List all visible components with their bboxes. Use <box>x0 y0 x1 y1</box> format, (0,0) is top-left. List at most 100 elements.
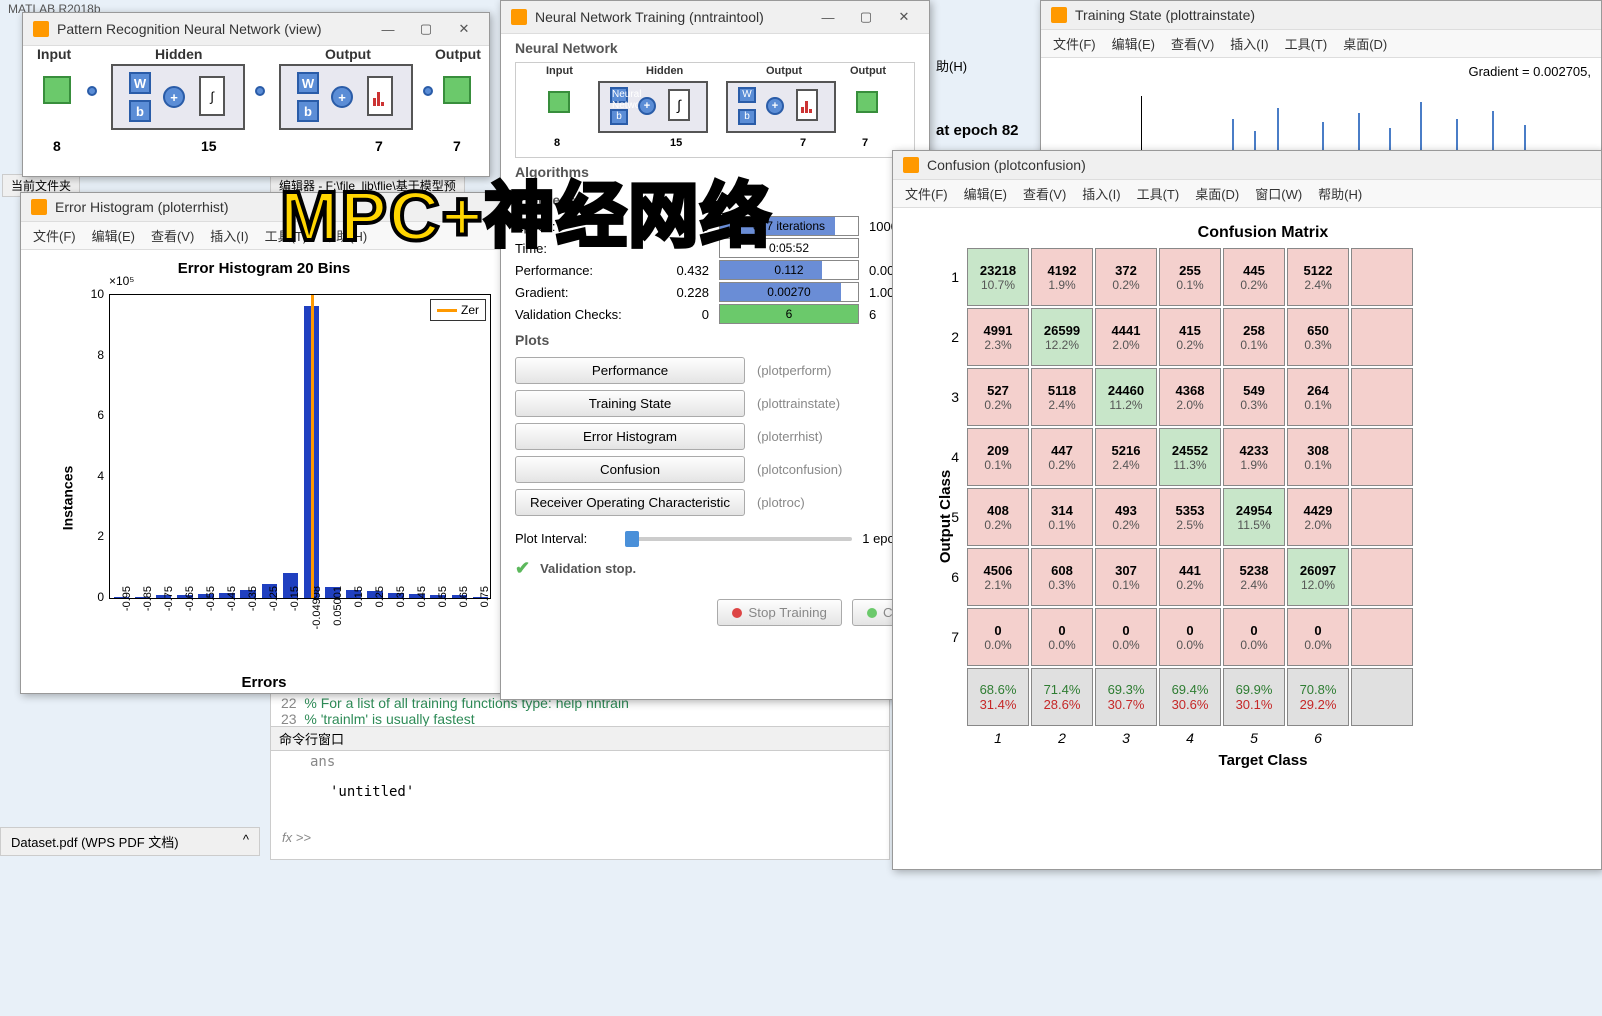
y-tick: 10 <box>78 287 104 301</box>
titlebar[interactable]: Confusion (plotconfusion) <box>893 151 1601 180</box>
menu-insert[interactable]: 插入(I) <box>1230 34 1268 53</box>
confusion-cell: 6500.3% <box>1287 308 1349 366</box>
maximize-button[interactable]: ▢ <box>411 19 441 39</box>
confusion-cell: 5490.3% <box>1223 368 1285 426</box>
window-title: Error Histogram (ploterrhist) <box>55 199 497 215</box>
y-axis-label: Instances <box>59 466 75 531</box>
confusion-cell: 53532.5% <box>1159 488 1221 546</box>
menu-edit[interactable]: 编辑(E) <box>964 184 1007 203</box>
menubar: 文件(F) 编辑(E) 查看(V) 插入(I) 工具(T) 桌面(D) 窗口(W… <box>893 180 1601 208</box>
x-tick: 0.45 <box>416 586 428 636</box>
x-tick: -0.25 <box>268 586 280 636</box>
menu-view[interactable]: 查看(V) <box>151 226 194 245</box>
performance-row: Performance: 0.432 0.112 0.00 <box>515 260 915 280</box>
menu-tool[interactable]: 工具(T) <box>265 226 308 245</box>
nn-diagram: Input Hidden Output Output W b + ∫ W b +… <box>23 46 489 176</box>
minimize-button[interactable]: — <box>813 7 843 27</box>
menu-file[interactable]: 文件(F) <box>1053 34 1096 53</box>
menu-help[interactable]: 帮助(H) <box>1318 184 1362 203</box>
menu-insert[interactable]: 插入(I) <box>210 226 248 245</box>
close-button[interactable]: ✕ <box>449 19 479 39</box>
x-tick: 0.05001 <box>332 586 344 636</box>
menu-window[interactable]: 窗口(W) <box>1255 184 1302 203</box>
column-labels: 123456 <box>935 730 1591 746</box>
menu-help[interactable]: 帮助(H) <box>323 226 367 245</box>
ans-text: ans <box>310 754 335 770</box>
performance-bar: 0.112 <box>719 260 859 280</box>
titlebar[interactable]: Pattern Recognition Neural Network (view… <box>23 13 489 46</box>
maximize-button[interactable]: ▢ <box>851 7 881 27</box>
confusion-cell-cutoff <box>1351 548 1413 606</box>
bias-block: b <box>129 100 151 122</box>
menu-file[interactable]: 文件(F) <box>905 184 948 203</box>
menu-tool[interactable]: 工具(T) <box>1285 34 1328 53</box>
confusion-cell-cutoff <box>1351 248 1413 306</box>
confusion-button[interactable]: Confusion <box>515 456 745 483</box>
hidden-label: Hidden <box>155 46 202 62</box>
close-button[interactable]: ✕ <box>889 7 919 27</box>
menu-view[interactable]: 查看(V) <box>1023 184 1066 203</box>
hidden-size: 15 <box>201 138 217 154</box>
confusion-summary-cell: 68.6%31.4% <box>967 668 1029 726</box>
titlebar[interactable]: Error Histogram (ploterrhist) <box>21 193 507 222</box>
help-menu-partial[interactable]: 助(H) <box>936 56 967 75</box>
x-tick: 0.65 <box>458 586 470 636</box>
menu-edit[interactable]: 编辑(E) <box>92 226 135 245</box>
progress-body: Epoch: 0 827 iterations 1000 Time: 0:05:… <box>501 214 929 326</box>
confusion-cell-cutoff <box>1351 608 1413 666</box>
check-icon: ✔ <box>515 558 530 579</box>
confusion-cell: 45062.1% <box>967 548 1029 606</box>
matlab-icon <box>903 157 919 173</box>
menu-view[interactable]: 查看(V) <box>1171 34 1214 53</box>
confusion-cell: 6080.3% <box>1031 548 1093 606</box>
sum-node-2: + <box>331 86 353 108</box>
time-bar: 0:05:52 <box>719 238 859 258</box>
plots-section: Plots <box>501 326 929 354</box>
y-tick: 8 <box>78 348 104 362</box>
weight-block-2: W <box>297 72 319 94</box>
roc-button[interactable]: Receiver Operating Characteristic <box>515 489 745 516</box>
menu-file[interactable]: 文件(F) <box>33 226 76 245</box>
training-state-button[interactable]: Training State <box>515 390 745 417</box>
confusion-cell: 2090.1% <box>967 428 1029 486</box>
menu-edit[interactable]: 编辑(E) <box>1112 34 1155 53</box>
confusion-cell: 00.0% <box>1223 608 1285 666</box>
chevron-up-icon[interactable]: ^ <box>243 832 249 851</box>
confusion-cell: 4930.2% <box>1095 488 1157 546</box>
x-axis-label: Target Class <box>935 752 1591 769</box>
y-tick: 4 <box>78 469 104 483</box>
button-row: Stop Training Ca <box>501 589 929 636</box>
row-label: 2 <box>935 308 965 366</box>
titlebar[interactable]: Training State (plottrainstate) <box>1041 1 1601 30</box>
confusion-cell: 5270.2% <box>967 368 1029 426</box>
status-text: Validation stop. <box>540 561 636 576</box>
minimize-button[interactable]: — <box>373 19 403 39</box>
menu-desktop[interactable]: 桌面(D) <box>1195 184 1239 203</box>
error-histogram-button[interactable]: Error Histogram <box>515 423 745 450</box>
menubar: 文件(F) 编辑(E) 查看(V) 插入(I) 工具(T) 桌面(D) <box>1041 30 1601 58</box>
confusion-cell: 00.0% <box>1287 608 1349 666</box>
confusion-title: Confusion Matrix <box>935 224 1591 242</box>
plot-interval-slider[interactable] <box>625 537 852 541</box>
row-label: 7 <box>935 608 965 666</box>
menu-desktop[interactable]: 桌面(D) <box>1343 34 1387 53</box>
dataset-bar[interactable]: Dataset.pdf (WPS PDF 文档) ^ <box>0 827 260 856</box>
confusion-cell: 3080.1% <box>1287 428 1349 486</box>
fx-prompt[interactable]: fx >> <box>282 830 311 845</box>
epoch-bar: 827 iterations <box>719 216 859 236</box>
menu-insert[interactable]: 插入(I) <box>1082 184 1120 203</box>
confusion-cell: 4150.2% <box>1159 308 1221 366</box>
confusion-cell: 4410.2% <box>1159 548 1221 606</box>
progress-section: Progress <box>501 186 929 214</box>
time-row: Time: 0:05:52 <box>515 238 915 258</box>
row-label: 3 <box>935 368 965 426</box>
stop-training-button[interactable]: Stop Training <box>717 599 842 626</box>
validation-bar: 6 <box>719 304 859 324</box>
plot-interval-label: Plot Interval: <box>515 531 615 546</box>
titlebar[interactable]: Neural Network Training (nntraintool) — … <box>501 1 929 34</box>
editor-area[interactable]: 22 % For a list of all training function… <box>270 690 890 860</box>
gradient-row: Gradient: 0.228 0.00270 1.00 <box>515 282 915 302</box>
performance-button[interactable]: Performance <box>515 357 745 384</box>
menu-tool[interactable]: 工具(T) <box>1137 184 1180 203</box>
confusion-cell-cutoff <box>1351 308 1413 366</box>
